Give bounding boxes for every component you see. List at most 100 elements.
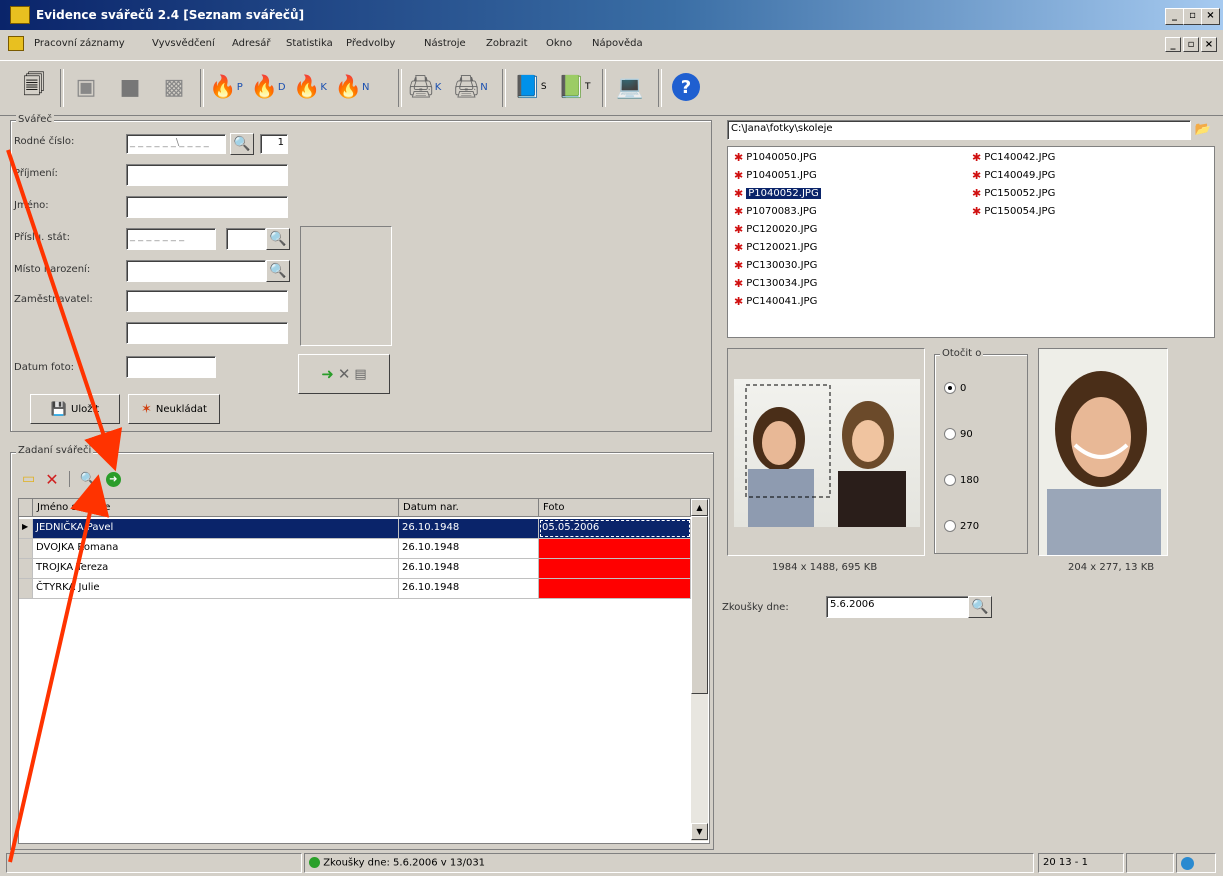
menu-predvolby[interactable]: Předvolby	[346, 38, 395, 49]
neukladat-button[interactable]: ✶ Neukládat	[128, 394, 220, 424]
image-file-icon: ✱	[972, 205, 982, 218]
list-item[interactable]: ✱ PC120021.JPG	[734, 241, 817, 254]
image-file-icon: ✱	[734, 241, 744, 254]
rodne-cislo-suffix[interactable]: 1	[260, 134, 288, 154]
rodne-cislo-input[interactable]: _ _ _ _ _ _\_ _ _ _	[126, 134, 226, 154]
missing-photo-cell	[539, 579, 691, 598]
list-item[interactable]: ✱ PC120020.JPG	[734, 223, 817, 236]
list-item[interactable]: ✱ PC150052.JPG	[972, 187, 1055, 200]
folder-path-input[interactable]: C:\Jana\fotky\skoleje	[727, 120, 1191, 140]
stop-icon[interactable]: ■	[112, 69, 148, 105]
prist-stat-input[interactable]: _ _ _ _ _ _ _	[126, 228, 216, 250]
torch-d-icon[interactable]: 🔥 D	[250, 69, 286, 105]
menu-pracovni-zaznamy[interactable]: Pracovní záznamy	[34, 38, 125, 49]
search-icon: 🔍	[269, 231, 287, 247]
table-row[interactable]: DVOJKA Romana 26.10.1948	[19, 539, 691, 559]
table-row[interactable]: ▶ JEDNIČKA Pavel 26.10.1948 05.05.2006	[19, 519, 691, 539]
zamestnavatel-input-2[interactable]	[126, 322, 288, 344]
column-header-date[interactable]: Datum nar.	[399, 499, 539, 517]
list-item[interactable]: ✱ PC150054.JPG	[972, 205, 1055, 218]
prist-stat-code[interactable]	[226, 228, 266, 250]
table-scrollbar[interactable]: ▲ ▼	[691, 499, 708, 841]
close-button[interactable]: ×	[1201, 8, 1220, 25]
image-file-icon: ✱	[972, 151, 982, 164]
zamestnavatel-input-1[interactable]	[126, 290, 288, 312]
minimize-button[interactable]: _	[1165, 8, 1184, 25]
computer-icon[interactable]: 💻	[612, 69, 648, 105]
table-row[interactable]: TROJKA Tereza 26.10.1948	[19, 559, 691, 579]
rotate-0-radio[interactable]: 0	[944, 382, 966, 394]
list-item[interactable]: ✱ PC140042.JPG	[972, 151, 1055, 164]
book-t-icon[interactable]: 📗 T	[556, 69, 592, 105]
mdi-minimize-button[interactable]: _	[1165, 37, 1181, 52]
list-item[interactable]: ✱ P1040051.JPG	[734, 169, 817, 182]
rodne-cislo-label: Rodné číslo:	[14, 136, 75, 147]
menu-statistika[interactable]: Statistika	[286, 38, 333, 49]
delete-icon[interactable]: ✕	[45, 470, 58, 489]
photo-delete-icon[interactable]: ✕	[338, 365, 351, 383]
column-header-name[interactable]: Jméno svářeče	[33, 499, 399, 517]
window-title: Evidence svářečů 2.4 [Seznam svářečů]	[36, 8, 305, 22]
menu-adresar[interactable]: Adresář	[232, 38, 271, 49]
scroll-thumb[interactable]	[691, 516, 708, 694]
mdi-restore-button[interactable]: ▫	[1183, 37, 1199, 52]
list-item[interactable]: ✱ P1070083.JPG	[734, 205, 817, 218]
prijmeni-input[interactable]	[126, 164, 288, 186]
toolbar: 🗐 ▣ ■ ▩ 🔥 P 🔥 D 🔥 K 🔥 N 🖨 K 🖨 N 📘 S 📗 T 💻 ?	[0, 60, 1223, 116]
misto-narozeni-input[interactable]	[126, 260, 266, 282]
table-row[interactable]: ČTYRKA Julie 26.10.1948	[19, 579, 691, 599]
photo-save-icon[interactable]: ▤	[354, 367, 366, 382]
column-header-foto[interactable]: Foto	[539, 499, 691, 517]
missing-photo-cell	[539, 559, 691, 578]
status-globe	[1176, 853, 1216, 873]
scroll-down-arrow[interactable]: ▼	[691, 823, 708, 840]
menu-napoveda[interactable]: Nápověda	[592, 38, 643, 49]
mdi-icon	[8, 36, 24, 51]
mdi-close-button[interactable]: ×	[1201, 37, 1217, 52]
image-file-icon: ✱	[734, 151, 744, 164]
print-en-icon[interactable]: 🖨 N	[452, 69, 488, 105]
stamp-icon[interactable]: ▣	[68, 69, 104, 105]
datum-foto-input[interactable]	[126, 356, 216, 378]
image-file-icon: ✱	[734, 295, 744, 308]
prist-stat-search-button[interactable]: 🔍	[266, 228, 290, 250]
misto-narozeni-search-button[interactable]: 🔍	[266, 260, 290, 282]
book-s-icon[interactable]: 📘 S	[512, 69, 548, 105]
go-icon[interactable]: ➜	[105, 471, 121, 487]
list-item[interactable]: ✱ PC140041.JPG	[734, 295, 817, 308]
rotate-180-radio[interactable]: 180	[944, 474, 979, 486]
list-item[interactable]: ✱ PC140049.JPG	[972, 169, 1055, 182]
photo-frame	[300, 226, 392, 346]
print-zk-icon[interactable]: 🖨 K	[406, 69, 442, 105]
ulozit-button[interactable]: 💾 Uložit	[30, 394, 120, 424]
help-icon[interactable]: ?	[668, 69, 704, 105]
status-main: Zkoušky dne: 5.6.2006 v 13/031	[304, 853, 1034, 873]
rodne-cislo-search-button[interactable]: 🔍	[230, 133, 254, 155]
list-item[interactable]: ✱ PC130030.JPG	[734, 259, 817, 272]
menu-nastroje[interactable]: Nástroje	[424, 38, 466, 49]
status-bar: Zkoušky dne: 5.6.2006 v 13/031 20 13 - 1	[0, 850, 1223, 876]
zkousky-search-button[interactable]: 🔍	[968, 596, 992, 618]
torch-zk-icon[interactable]: 🔥 K	[292, 69, 328, 105]
torch-en-icon[interactable]: 🔥 N	[334, 69, 370, 105]
menu-okno[interactable]: Okno	[546, 38, 572, 49]
scroll-up-arrow[interactable]: ▲	[691, 499, 708, 516]
search-icon[interactable]: 🔍	[80, 472, 96, 487]
jmeno-input[interactable]	[126, 196, 288, 218]
rotate-90-radio[interactable]: 90	[944, 428, 973, 440]
folder-open-icon[interactable]: 📂	[1193, 119, 1213, 139]
menu-zobrazit[interactable]: Zobrazit	[486, 38, 528, 49]
torch-p-icon[interactable]: 🔥 P	[208, 69, 244, 105]
maximize-button[interactable]: ▫	[1183, 8, 1202, 25]
menu-vysvedceni[interactable]: Vyvsvědčení	[152, 38, 215, 49]
list-item[interactable]: ✱ P1040052.JPG	[734, 187, 821, 200]
list-item[interactable]: ✱ PC130034.JPG	[734, 277, 817, 290]
list-item[interactable]: ✱ P1040050.JPG	[734, 151, 817, 164]
photo-load-icon[interactable]: ➜	[321, 365, 334, 383]
rotate-270-radio[interactable]: 270	[944, 520, 979, 532]
tools-icon[interactable]: ▩	[156, 69, 192, 105]
new-icon[interactable]: ▭	[22, 471, 35, 487]
prijmeni-label: Příjmení:	[14, 168, 58, 179]
doc-icon[interactable]: 🗐	[16, 69, 52, 105]
zkousky-date-input[interactable]: 5.6.2006	[826, 596, 970, 618]
